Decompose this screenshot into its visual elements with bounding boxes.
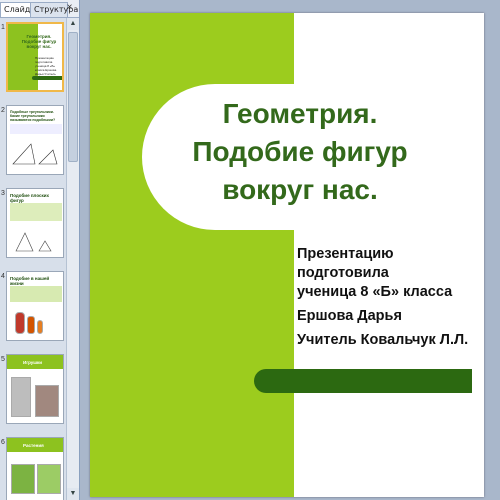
triangle-diagram [12, 143, 58, 165]
thumbnail-number: 3 [1, 190, 5, 197]
thumbnail-slide-6[interactable]: Растения [6, 437, 64, 500]
thumbnail-slide-1[interactable]: Геометрия. Подобие фигур вокруг нас. Пре… [6, 22, 64, 92]
thumbnail-number: 4 [1, 273, 5, 280]
thumbnail-number: 6 [1, 439, 5, 446]
thumbnail-title: Геометрия. Подобие фигур вокруг нас. [21, 34, 57, 49]
thumbnail-slide-5[interactable]: Игрушки [6, 354, 64, 424]
thumbnail-number: 1 [1, 24, 5, 31]
thumbnail-slide-2[interactable]: Подобные треугольники. Какие треугольник… [6, 105, 64, 175]
thumbnail-slide-4[interactable]: Подобие в нашей жизни [6, 271, 64, 341]
thumbnail-list: 1 Геометрия. Подобие фигур вокруг нас. П… [0, 18, 66, 500]
subtitle-line: Учитель Ковальчук Л.Л. [297, 332, 469, 348]
title-line: Геометрия. [222, 98, 378, 129]
title-line: Подобие фигур [192, 136, 408, 167]
thumbnail-title: Подобие в нашей жизни [10, 276, 50, 286]
thumbnail-scrollbar[interactable]: ▲ ▼ [66, 18, 79, 500]
shapes-image [15, 232, 52, 252]
decorative-bar [254, 369, 472, 393]
thumbnail-title: Подобные треугольники. Какие треугольник… [10, 110, 56, 122]
slide-subtitle[interactable]: Презентацию подготовила ученица 8 «Б» кл… [297, 245, 484, 350]
thumbnail-number: 2 [1, 107, 5, 114]
slides-panel: Слайды Структура × 1 Геометрия. Подобие … [0, 0, 80, 500]
slide-canvas[interactable]: Геометрия. Подобие фигур вокруг нас. Пре… [90, 13, 484, 497]
close-icon[interactable]: × [64, 2, 75, 14]
scroll-up-icon[interactable]: ▲ [67, 18, 79, 30]
thumbnail-slide-3[interactable]: Подобие плоских фигур [6, 188, 64, 258]
slide-title[interactable]: Геометрия. Подобие фигур вокруг нас. [150, 95, 450, 209]
panel-tabbar: Слайды Структура × [0, 0, 79, 18]
thumbnail-title: Игрушки [23, 360, 43, 365]
thumbnail-number: 5 [1, 356, 5, 363]
scroll-thumb[interactable] [68, 32, 78, 162]
subtitle-line: Презентацию подготовила [297, 246, 394, 281]
title-line: вокруг нас. [222, 174, 378, 205]
subtitle-line: Ершова Дарья [297, 308, 402, 324]
tab-outline[interactable]: Структура [30, 2, 78, 17]
thumbnail-title: Растения [23, 443, 44, 448]
thumbnail-title: Подобие плоских фигур [10, 193, 50, 203]
scroll-down-icon[interactable]: ▼ [67, 488, 79, 500]
subtitle-line: ученица 8 «Б» класса [297, 284, 453, 300]
